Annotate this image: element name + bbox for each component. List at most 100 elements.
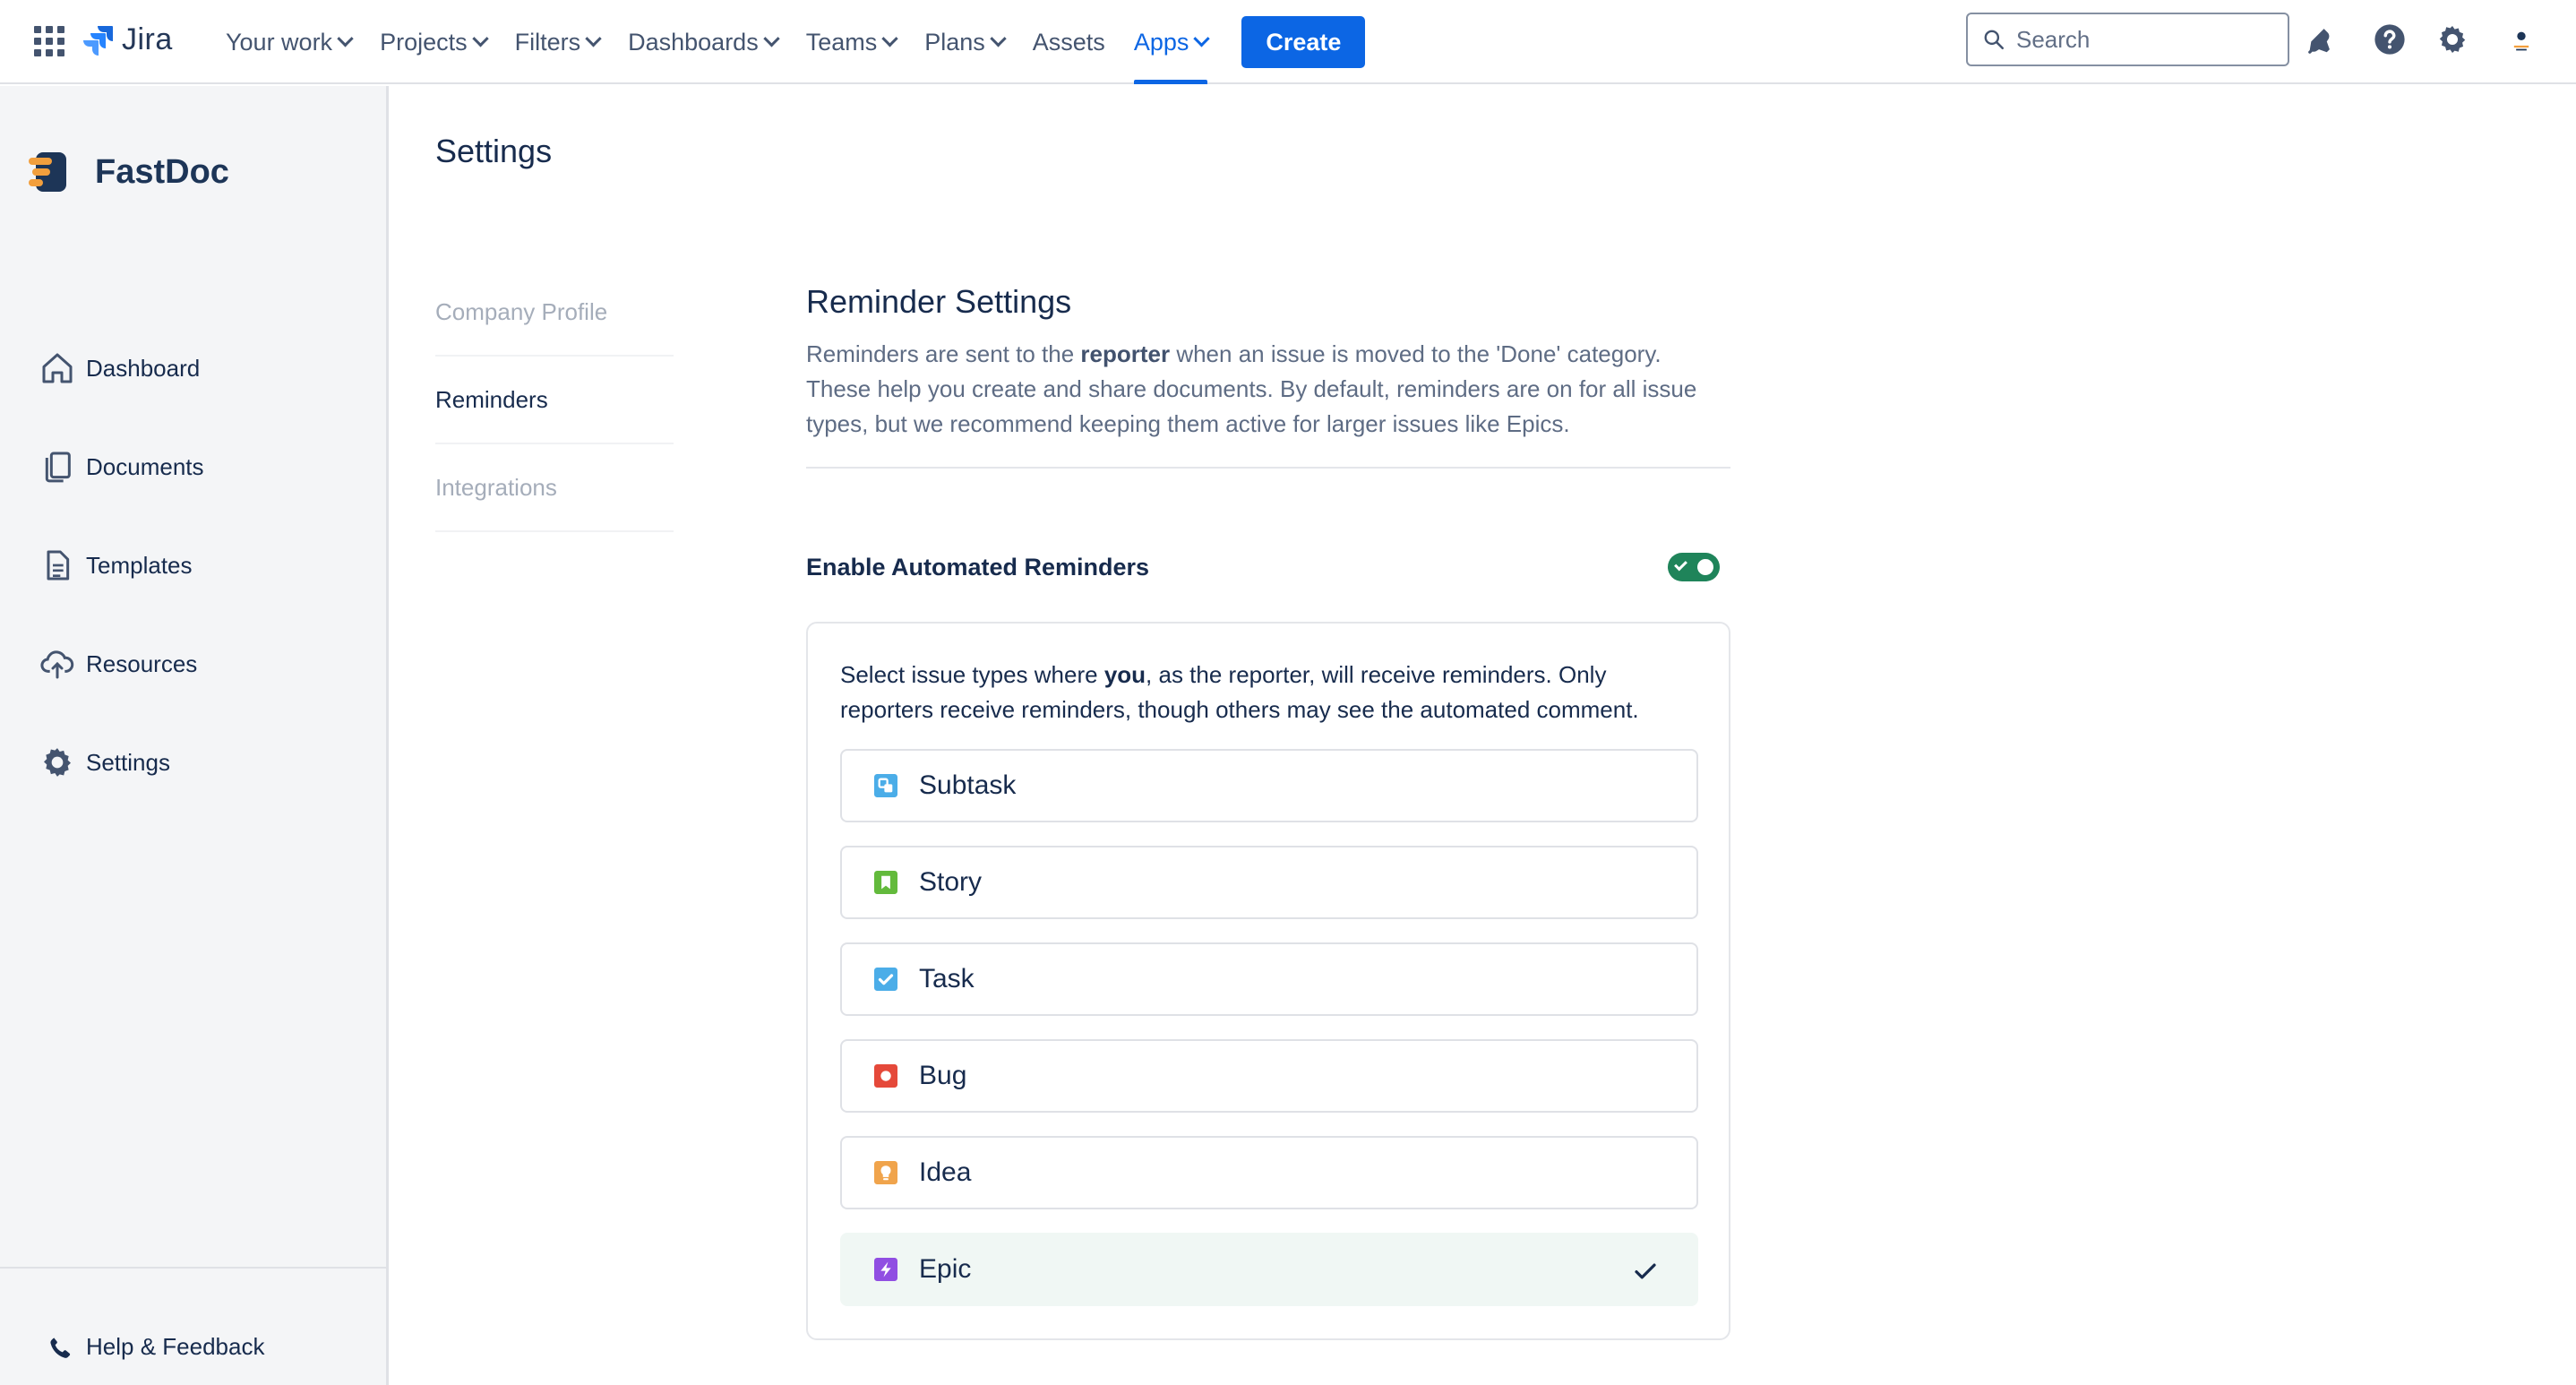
chevron-down-icon bbox=[881, 30, 898, 47]
sidebar-divider bbox=[0, 1267, 386, 1269]
chevron-down-icon bbox=[763, 30, 780, 47]
sidebar-item-label: Dashboard bbox=[86, 354, 201, 382]
fastdoc-logo-icon bbox=[29, 152, 66, 192]
nav-your-work[interactable]: Your work bbox=[211, 0, 365, 84]
issue-type-subtask[interactable]: Subtask bbox=[840, 749, 1698, 822]
sidebar-item-resources[interactable]: Resources bbox=[39, 615, 204, 713]
chevron-down-icon bbox=[585, 30, 602, 47]
home-icon bbox=[42, 353, 73, 383]
nav-apps[interactable]: Apps bbox=[1120, 0, 1223, 84]
sidebar-item-templates[interactable]: Templates bbox=[39, 516, 204, 615]
sidebar-item-label: Settings bbox=[86, 748, 170, 776]
section-divider bbox=[806, 467, 1730, 469]
issue-type-idea[interactable]: Idea bbox=[840, 1136, 1698, 1209]
phone-icon bbox=[50, 1337, 71, 1358]
question-circle-icon bbox=[2374, 24, 2405, 55]
chevron-down-icon bbox=[990, 30, 1007, 47]
reminder-settings-panel: Reminder Settings Reminders are sent to … bbox=[806, 283, 1730, 469]
issue-type-epic[interactable]: Epic bbox=[840, 1233, 1698, 1306]
nav-projects[interactable]: Projects bbox=[365, 0, 501, 84]
checkmark-icon bbox=[1635, 1263, 1656, 1279]
page-title: Settings bbox=[435, 133, 553, 169]
jira-logo-text: Jira bbox=[122, 22, 173, 56]
search-input[interactable] bbox=[2016, 25, 2267, 54]
nav-teams-label: Teams bbox=[805, 28, 878, 56]
nav-teams[interactable]: Teams bbox=[792, 0, 911, 84]
sidebar-item-settings[interactable]: Settings bbox=[39, 713, 204, 812]
nav-filters-label: Filters bbox=[514, 28, 581, 56]
issue-type-label: Story bbox=[919, 867, 983, 897]
chevron-down-icon bbox=[1193, 30, 1211, 47]
section-heading: Reminder Settings bbox=[806, 283, 1072, 320]
profile-avatar[interactable] bbox=[2504, 23, 2538, 57]
story-icon bbox=[874, 871, 897, 894]
task-icon bbox=[874, 968, 897, 991]
nav-apps-label: Apps bbox=[1133, 28, 1189, 56]
nav-plans[interactable]: Plans bbox=[910, 0, 1018, 84]
jira-logo[interactable]: Jira bbox=[82, 20, 173, 59]
automated-reminders-row: Enable Automated Reminders bbox=[806, 546, 1730, 588]
issue-type-intro: Select issue types where you, as the rep… bbox=[840, 658, 1700, 727]
sidebar-item-documents[interactable]: Documents bbox=[39, 417, 204, 516]
sidebar-item-label: Templates bbox=[86, 551, 193, 579]
nav-dashboards[interactable]: Dashboards bbox=[614, 0, 792, 84]
desc-text-bold: reporter bbox=[1080, 340, 1171, 367]
app-switcher-icon[interactable] bbox=[32, 24, 64, 56]
nav-your-work-label: Your work bbox=[226, 28, 333, 56]
gear-icon bbox=[44, 748, 71, 777]
issue-type-story[interactable]: Story bbox=[840, 846, 1698, 919]
subnav-company-profile[interactable]: Company Profile bbox=[435, 269, 674, 357]
search-box[interactable] bbox=[1966, 13, 2289, 66]
chevron-down-icon bbox=[337, 30, 354, 47]
sidebar-item-label: Resources bbox=[86, 649, 198, 677]
megaphone-icon bbox=[2308, 29, 2330, 54]
chevron-down-icon bbox=[471, 30, 489, 47]
issue-type-label: Task bbox=[919, 964, 975, 994]
user-avatar-icon bbox=[2513, 31, 2529, 51]
subnav-integrations[interactable]: Integrations bbox=[435, 444, 674, 532]
subtask-icon bbox=[874, 774, 897, 797]
issue-type-bug[interactable]: Bug bbox=[840, 1039, 1698, 1113]
intro-text-start: Select issue types where bbox=[840, 661, 1104, 688]
search-icon bbox=[1984, 30, 2005, 50]
nav-assets[interactable]: Assets bbox=[1018, 0, 1120, 84]
nav-filters[interactable]: Filters bbox=[501, 0, 614, 84]
toggle-label: Enable Automated Reminders bbox=[806, 553, 1150, 581]
notifications-icon[interactable] bbox=[2303, 20, 2342, 59]
help-feedback-link[interactable]: Help & Feedback bbox=[47, 1333, 264, 1361]
issue-type-task[interactable]: Task bbox=[840, 942, 1698, 1016]
idea-icon bbox=[874, 1161, 897, 1184]
create-button[interactable]: Create bbox=[1241, 16, 1366, 68]
section-description: Reminders are sent to the reporter when … bbox=[806, 337, 1730, 442]
checkmark-icon bbox=[1674, 557, 1687, 572]
brand[interactable]: FastDoc bbox=[27, 149, 229, 195]
nav-dashboards-label: Dashboards bbox=[628, 28, 759, 56]
documents-icon bbox=[45, 452, 71, 483]
template-icon bbox=[47, 550, 70, 581]
automated-reminders-toggle[interactable] bbox=[1668, 553, 1720, 581]
issue-type-label: Idea bbox=[919, 1157, 972, 1187]
settings-subnav: Company Profile Reminders Integrations bbox=[435, 269, 674, 532]
settings-icon[interactable] bbox=[2433, 20, 2472, 59]
issue-type-label: Bug bbox=[919, 1061, 967, 1090]
help-icon[interactable] bbox=[2370, 20, 2409, 59]
gear-icon bbox=[2439, 25, 2466, 54]
toggle-knob bbox=[1695, 556, 1716, 578]
nav-plans-label: Plans bbox=[924, 28, 985, 56]
epic-icon bbox=[874, 1258, 897, 1281]
sidebar-item-dashboard[interactable]: Dashboard bbox=[39, 319, 204, 417]
nav-assets-label: Assets bbox=[1032, 28, 1105, 56]
jira-logo-icon bbox=[83, 26, 113, 56]
top-navigation: Jira Your work Projects Filters Dashboar… bbox=[0, 0, 2576, 84]
nav-projects-label: Projects bbox=[380, 28, 468, 56]
issue-type-label: Epic bbox=[919, 1254, 972, 1284]
help-feedback-label: Help & Feedback bbox=[86, 1333, 265, 1360]
primary-menu: Your work Projects Filters Dashboards Te… bbox=[211, 0, 1366, 84]
issue-type-label: Subtask bbox=[919, 770, 1017, 800]
intro-text-bold: you bbox=[1103, 661, 1146, 688]
brand-name: FastDoc bbox=[95, 152, 229, 191]
sidebar-nav: Dashboard Documents Templates Resources bbox=[39, 319, 204, 812]
sidebar: FastDoc Dashboard Documents Templates Re… bbox=[0, 86, 389, 1385]
bug-icon bbox=[874, 1064, 897, 1088]
subnav-reminders[interactable]: Reminders bbox=[435, 357, 674, 444]
